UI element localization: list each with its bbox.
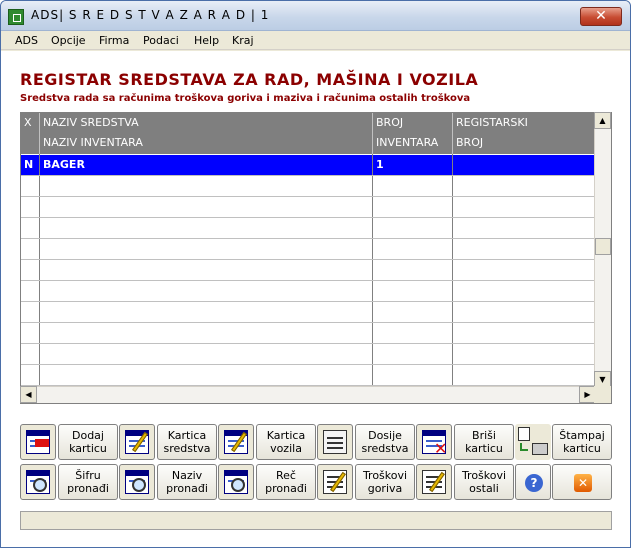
- page-title: REGISTAR SREDSTAVA ZA RAD, MAŠINA I VOZI…: [20, 70, 479, 89]
- print-icon[interactable]: [515, 424, 551, 460]
- kartica-sredstva-button[interactable]: Kartica sredstva: [157, 424, 217, 460]
- empty-row[interactable]: [21, 176, 595, 197]
- empty-row[interactable]: [21, 344, 595, 365]
- page-subtitle: Sredstva rada sa računima troškova goriv…: [20, 93, 471, 104]
- main-content: REGISTAR SREDSTAVA ZA RAD, MAŠINA I VOZI…: [1, 51, 630, 547]
- empty-row[interactable]: [21, 197, 595, 218]
- header-registarski[interactable]: REGISTARSKI BROJ: [453, 113, 595, 154]
- other-costs-icon[interactable]: [416, 464, 452, 500]
- kartica-vozila-button[interactable]: Kartica vozila: [256, 424, 316, 460]
- assets-grid[interactable]: X NAZIV SREDSTVA NAZIV INVENTARA BROJ INVE…: [20, 112, 612, 404]
- header-broj[interactable]: BROJ INVENTARA: [373, 113, 453, 154]
- troskovi-goriva-button[interactable]: Troškovi goriva: [355, 464, 415, 500]
- add-card-icon[interactable]: [20, 424, 56, 460]
- empty-row[interactable]: [21, 365, 595, 386]
- app-icon: [8, 9, 24, 25]
- empty-row[interactable]: [21, 281, 595, 302]
- empty-row[interactable]: [21, 302, 595, 323]
- scroll-thumb[interactable]: [595, 238, 611, 255]
- find-name-icon[interactable]: [119, 464, 155, 500]
- table-row[interactable]: N BAGER 1: [21, 155, 595, 176]
- help-icon: ?: [525, 474, 543, 492]
- status-bar: [20, 511, 612, 530]
- header-x[interactable]: X: [21, 113, 40, 154]
- empty-row[interactable]: [21, 239, 595, 260]
- menu-opcije[interactable]: Opcije: [51, 34, 86, 47]
- empty-row[interactable]: [21, 218, 595, 239]
- menu-firma[interactable]: Firma: [99, 34, 129, 47]
- menu-bar: ADS Opcije Firma Podaci Help Kraj: [1, 31, 630, 50]
- menu-kraj[interactable]: Kraj: [232, 34, 254, 47]
- scroll-corner: [594, 386, 611, 403]
- dosije-sredstva-button[interactable]: Dosije sredstva: [355, 424, 415, 460]
- menu-podaci[interactable]: Podaci: [143, 34, 179, 47]
- sifru-pronadji-button[interactable]: Šifru pronađi: [58, 464, 118, 500]
- cell-registarski: [453, 155, 595, 175]
- scroll-up-icon[interactable]: ▲: [594, 112, 611, 129]
- empty-row[interactable]: [21, 323, 595, 344]
- naziv-pronadji-button[interactable]: Naziv pronađi: [157, 464, 217, 500]
- edit-card-icon[interactable]: [119, 424, 155, 460]
- app-window: ADS| S R E D S T V A Z A R A D | 1 ✕ ADS…: [0, 0, 631, 548]
- header-naziv[interactable]: NAZIV SREDSTVA NAZIV INVENTARA: [40, 113, 373, 154]
- menu-ads[interactable]: ADS: [15, 34, 38, 47]
- vertical-scrollbar[interactable]: ▲ ▼: [594, 112, 611, 388]
- cell-broj: 1: [373, 155, 453, 175]
- rec-pronadji-button[interactable]: Reč pronađi: [256, 464, 316, 500]
- vehicle-card-icon[interactable]: [218, 424, 254, 460]
- grid-body: X NAZIV SREDSTVA NAZIV INVENTARA BROJ INVE…: [21, 113, 595, 387]
- close-window-button[interactable]: ✕: [580, 7, 622, 26]
- empty-row[interactable]: [21, 260, 595, 281]
- exit-button[interactable]: ✕: [552, 464, 612, 500]
- troskovi-ostali-button[interactable]: Troškovi ostali: [454, 464, 514, 500]
- horizontal-scrollbar[interactable]: ◀ ▶: [20, 386, 596, 403]
- dossier-icon[interactable]: [317, 424, 353, 460]
- delete-card-icon[interactable]: ✕: [416, 424, 452, 460]
- brisi-karticu-button[interactable]: Briši karticu: [454, 424, 514, 460]
- scroll-left-icon[interactable]: ◀: [20, 386, 37, 403]
- menu-help[interactable]: Help: [194, 34, 219, 47]
- help-button[interactable]: ?: [515, 464, 551, 500]
- find-word-icon[interactable]: [218, 464, 254, 500]
- exit-icon: ✕: [574, 474, 592, 492]
- dodaj-karticu-button[interactable]: Dodaj karticu: [58, 424, 118, 460]
- fuel-costs-icon[interactable]: [317, 464, 353, 500]
- find-code-icon[interactable]: [20, 464, 56, 500]
- grid-header: X NAZIV SREDSTVA NAZIV INVENTARA BROJ INVE…: [21, 113, 595, 154]
- cell-naziv: BAGER: [40, 155, 373, 175]
- window-title: ADS| S R E D S T V A Z A R A D | 1: [31, 8, 270, 22]
- title-bar[interactable]: ADS| S R E D S T V A Z A R A D | 1 ✕: [1, 1, 630, 31]
- cell-x: N: [21, 155, 40, 175]
- stampaj-karticu-button[interactable]: Štampaj karticu: [552, 424, 612, 460]
